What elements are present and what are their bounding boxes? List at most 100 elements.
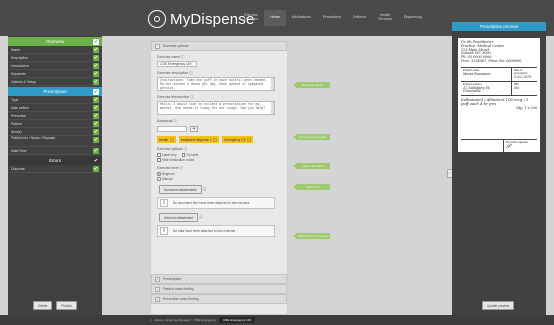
nav-item-keywords[interactable]: Keywords ✔ xyxy=(8,70,102,78)
exercise-form: − Exercise options Exercise name ⓘ CSE Em… xyxy=(150,40,288,315)
breadcrumb-current: CSE Emergency 119 xyxy=(219,317,255,323)
patient-name: Maria Rosmarie xyxy=(463,71,491,76)
left-panel: Overview ✔ Name ✔ Description ✔ Introductio… xyxy=(8,36,102,315)
right-panel: Prescription preview Dr. Rx Practitioner… xyxy=(452,22,546,315)
nav-dispensing[interactable]: Dispensing xyxy=(398,10,428,26)
nav-item-prescriber[interactable]: Prescriber ✔ xyxy=(8,112,102,120)
nav-item-patient[interactable]: Patient ✔ xyxy=(8,120,102,128)
item-label: Item(s) xyxy=(11,129,22,134)
check-icon: ✔ xyxy=(93,63,99,69)
preview-header: Prescription preview xyxy=(452,22,546,31)
option-label-only[interactable]: Label only xyxy=(157,153,177,157)
item-label: Options & Setup xyxy=(11,79,36,84)
nav-item-patient-info[interactable]: Patient info / Notes / Repeats ✔ xyxy=(8,136,102,147)
check-icon: ✔ xyxy=(93,79,99,85)
nav-medications[interactable]: Medications xyxy=(286,10,317,26)
document-attachments-button[interactable]: Document attachments xyxy=(159,185,202,194)
check-icon: ✔ xyxy=(93,129,99,135)
level-group: Beginner Manual xyxy=(157,172,227,181)
help-tip: Name and label xyxy=(293,163,330,169)
home-icon[interactable]: ⌂ xyxy=(150,318,152,322)
scrollbar[interactable] xyxy=(271,78,274,90)
introduction-textarea[interactable]: Hello, I would like to collect a prescri… xyxy=(157,101,275,115)
accordion-exercise-options[interactable]: − Exercise options xyxy=(151,41,287,51)
accordion-label: Exercise options xyxy=(163,44,189,48)
option-no-label[interactable]: No label xyxy=(181,153,198,157)
help-tip: Attachments information xyxy=(293,233,330,239)
check-icon: ✔ xyxy=(93,137,99,143)
nav-item-outcome[interactable]: Outcome ✔ xyxy=(8,165,102,173)
item-label: Patient xyxy=(11,121,22,126)
check-icon: ✔ xyxy=(93,121,99,127)
section-label: Prescription xyxy=(43,89,67,94)
nav-home[interactable]: Home xyxy=(264,10,286,26)
left-actions: Delete Publish xyxy=(8,301,102,310)
nav-item-type[interactable]: Type ✔ xyxy=(8,96,102,104)
chevron-right-icon: › xyxy=(449,170,451,175)
help-tip: Keywords and guide xyxy=(293,134,330,140)
section-errors[interactable]: Errors ✔ xyxy=(8,155,102,165)
section-overview[interactable]: Overview ✔ xyxy=(8,36,102,46)
nav-item-date-written[interactable]: Date written ✔ xyxy=(8,104,102,112)
close-icon[interactable]: × xyxy=(247,137,252,142)
rx-line: Prov: 1234567, Presc No: 0000000 xyxy=(461,58,522,63)
nav-item-description[interactable]: Description ✔ xyxy=(8,54,102,62)
keyword-tag[interactable]: Health × xyxy=(157,136,176,143)
accordion-prescriber-finding[interactable]: + Prescriber case finding xyxy=(151,294,287,304)
description-label: Exercise description ⓘ xyxy=(157,71,193,75)
keyword-tag[interactable]: Emergency CS × xyxy=(222,136,254,143)
breadcrumb: ⌂ Home > Exercise Manager > CSE Emergenc… xyxy=(0,315,554,325)
publish-button[interactable]: Publish xyxy=(56,301,77,310)
accordion-prescription[interactable]: + Prescription xyxy=(151,274,287,284)
check-icon: ✔ xyxy=(93,105,99,111)
tag-label: Instalment dispense 1 xyxy=(180,137,212,142)
description-textarea[interactable]: Instructions: Take one puff in each nost… xyxy=(157,77,275,91)
accordion-patient-finding[interactable]: + Patient case finding xyxy=(151,284,287,294)
nav-item-items[interactable]: Item(s) ✔ xyxy=(8,128,102,136)
accordion-label: Prescription xyxy=(163,277,182,281)
accordion-label: Patient case finding xyxy=(163,287,194,291)
item-label: Outcome xyxy=(11,166,25,171)
nav-item-introduction[interactable]: Introduction ✔ xyxy=(8,62,102,70)
keywords-label: Keywords ⓘ xyxy=(157,119,177,123)
close-icon[interactable]: × xyxy=(213,137,218,142)
item-label: Keywords xyxy=(11,71,26,76)
radio[interactable] xyxy=(157,172,161,176)
nav-item-name[interactable]: Name ✔ xyxy=(8,46,102,54)
main-nav: Exercise Manager Home Medications Prescr… xyxy=(238,10,428,26)
delete-button[interactable]: Delete xyxy=(33,301,53,310)
breadcrumb-path[interactable]: Home > Exercise Manager > CSE Emergency xyxy=(155,318,216,322)
check-icon: ✔ xyxy=(93,71,99,77)
signature-row: Prescriber signature 𝒮 xyxy=(461,139,537,153)
tag-label: Emergency CS xyxy=(224,137,246,142)
nav-exercise-manager[interactable]: Exercise Manager xyxy=(238,10,264,26)
help-tip: Options list xyxy=(293,184,330,190)
checkbox[interactable] xyxy=(157,158,161,162)
item-label: Type xyxy=(11,97,19,102)
update-preview-button[interactable]: Update preview xyxy=(482,301,515,310)
add-attachment-button[interactable]: Add new attachment xyxy=(159,213,199,222)
nav-patients[interactable]: Patients xyxy=(347,10,372,26)
keyword-tag[interactable]: Instalment dispense 1 × xyxy=(178,136,220,143)
option-hide-codes[interactable]: Hide medication codes xyxy=(157,158,194,162)
description-text: Instructions: Take one puff in each nost… xyxy=(160,78,268,90)
options-group: Label only No label Hide medication code… xyxy=(157,153,227,162)
nav-health-services[interactable]: Health Services xyxy=(372,10,398,26)
nav-item-options[interactable]: Options & Setup ✔ xyxy=(8,78,102,86)
attachments-empty-state: i No data have been attached to this exer… xyxy=(157,225,275,237)
section-prescription[interactable]: Prescription ✔ xyxy=(8,86,102,96)
introduction-label: Exercise introduction ⓘ xyxy=(157,95,194,99)
nav-prescribers[interactable]: Prescribers xyxy=(317,10,347,26)
keyword-input[interactable] xyxy=(157,126,187,132)
check-icon: ✔ xyxy=(93,113,99,119)
scrollbar[interactable] xyxy=(271,102,274,114)
nav-item-date-time[interactable]: Date/Time ✔ xyxy=(8,147,102,155)
checkbox[interactable] xyxy=(181,153,186,157)
close-icon[interactable]: × xyxy=(169,137,174,142)
tag-label: Health xyxy=(159,137,169,142)
item-label: Date/Time xyxy=(11,148,27,153)
exercise-name-input[interactable]: CSE Emergency 119 xyxy=(157,61,197,67)
level-beginner[interactable]: Beginner xyxy=(157,172,227,176)
add-keyword-button[interactable]: + xyxy=(190,126,198,132)
checkbox[interactable] xyxy=(157,153,161,157)
